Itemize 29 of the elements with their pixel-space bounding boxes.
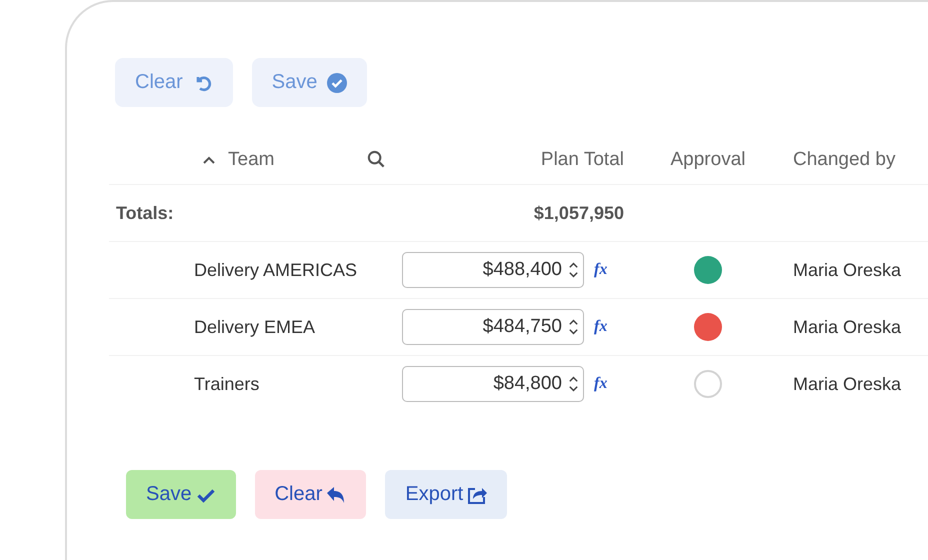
number-field[interactable]: $84,800 — [402, 366, 584, 402]
formula-button[interactable]: fx — [594, 261, 608, 279]
column-header[interactable]: Approval — [670, 148, 746, 170]
formula-button[interactable]: fx — [594, 318, 608, 336]
changed-by: Maria Oreska — [793, 260, 902, 280]
reply-arrow-icon — [326, 484, 346, 504]
number-field[interactable]: $488,400 — [402, 252, 584, 288]
search-icon[interactable] — [367, 150, 386, 169]
sort-caret-icon[interactable] — [202, 154, 216, 164]
team-name: Trainers — [194, 374, 260, 394]
check-circle-icon — [327, 72, 348, 92]
totals-value: $1,057,950 — [534, 202, 624, 222]
spinner-icon[interactable] — [568, 374, 579, 394]
team-name: Delivery AMERICAS — [194, 260, 358, 280]
formula-button[interactable]: fx — [594, 375, 608, 393]
spinner-icon[interactable] — [568, 317, 579, 337]
action-button[interactable]: Export — [385, 470, 508, 519]
totals-label: Totals: — [116, 202, 174, 222]
spinner-icon[interactable] — [568, 260, 579, 280]
changed-by: Maria Oreska — [793, 374, 902, 394]
column-header[interactable]: Changed by — [793, 148, 896, 170]
number-field[interactable]: $484,750 — [402, 309, 584, 345]
changed-by: Maria Oreska — [793, 316, 902, 336]
column-header[interactable]: Plan Total — [540, 148, 624, 170]
action-button[interactable]: Save — [126, 470, 236, 519]
status-dot — [694, 370, 722, 398]
action-button[interactable]: Clear — [254, 470, 366, 519]
team-name: Delivery EMEA — [194, 316, 316, 336]
column-header[interactable]: Team — [228, 148, 274, 170]
